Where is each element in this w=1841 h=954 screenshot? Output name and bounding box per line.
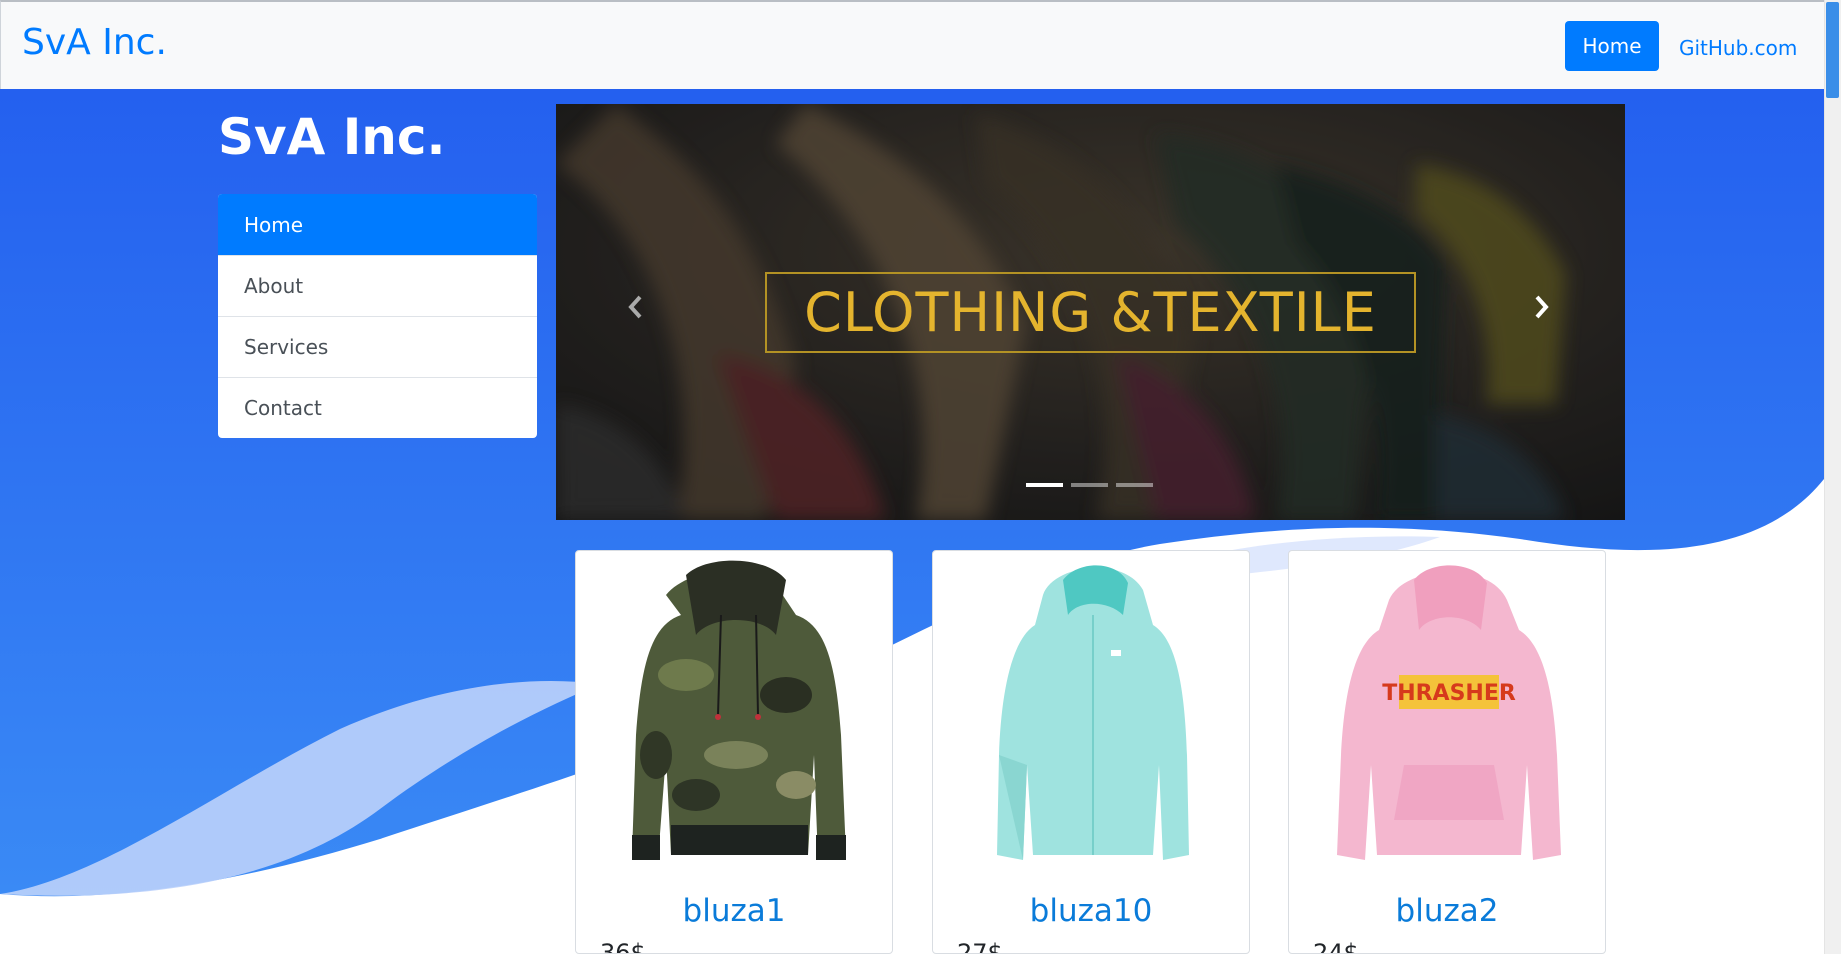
- product-price: 27$: [957, 939, 1003, 954]
- side-menu-item-contact[interactable]: Contact: [218, 377, 537, 438]
- carousel-caption-box: CLOTHING &TEXTILE: [765, 272, 1416, 353]
- mint-zip-jacket-image: [953, 555, 1231, 871]
- product-price: 36$: [600, 939, 646, 954]
- camo-hoodie-image: [596, 555, 874, 871]
- carousel-caption: CLOTHING &TEXTILE: [804, 281, 1377, 344]
- chevron-left-icon: [628, 295, 642, 319]
- product-price: 24$: [1313, 939, 1359, 954]
- carousel-indicators: [1026, 483, 1153, 487]
- pink-thrasher-hoodie-image: THRASHER: [1309, 555, 1587, 871]
- nav-link-home[interactable]: Home: [1565, 21, 1659, 71]
- image-carousel: CLOTHING &TEXTILE: [556, 104, 1625, 520]
- side-menu-item-about[interactable]: About: [218, 255, 537, 316]
- svg-text:THRASHER: THRASHER: [1382, 681, 1516, 706]
- carousel-indicator-3[interactable]: [1116, 483, 1153, 487]
- product-name[interactable]: bluza10: [933, 893, 1249, 929]
- product-name[interactable]: bluza1: [576, 893, 892, 929]
- side-menu-item-services[interactable]: Services: [218, 316, 537, 377]
- carousel-prev-button[interactable]: [626, 294, 656, 328]
- nav-link-github[interactable]: GitHub.com: [1679, 36, 1797, 60]
- navbar-brand[interactable]: SvA Inc.: [22, 22, 167, 63]
- side-menu-item-home[interactable]: Home: [218, 194, 537, 255]
- product-name[interactable]: bluza2: [1289, 893, 1605, 929]
- top-navbar: SvA Inc. Home GitHub.com: [0, 0, 1824, 89]
- carousel-indicator-1[interactable]: [1026, 483, 1063, 487]
- product-card[interactable]: THRASHER bluza2 24$: [1288, 550, 1606, 954]
- scrollbar-thumb[interactable]: [1826, 2, 1839, 98]
- carousel-indicator-2[interactable]: [1071, 483, 1108, 487]
- side-menu: Home About Services Contact: [218, 194, 537, 438]
- page-scrollbar[interactable]: [1824, 0, 1841, 954]
- product-card[interactable]: bluza10 27$: [932, 550, 1250, 954]
- hero-title: SvA Inc.: [218, 108, 446, 166]
- chevron-right-icon: [1535, 295, 1549, 319]
- carousel-next-button[interactable]: [1531, 294, 1561, 328]
- product-card[interactable]: bluza1 36$: [575, 550, 893, 954]
